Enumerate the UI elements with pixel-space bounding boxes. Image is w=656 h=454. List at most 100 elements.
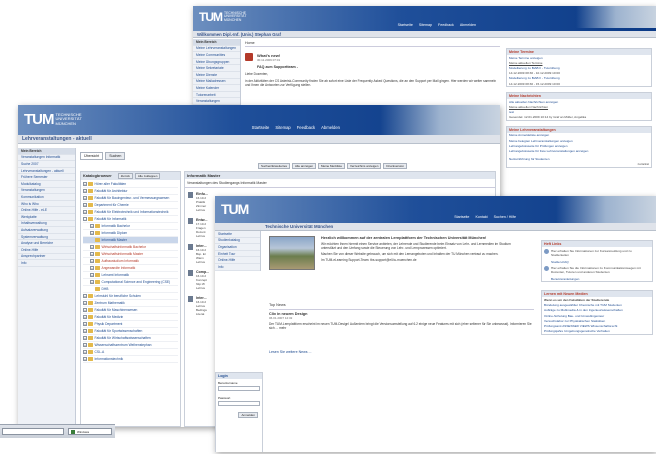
catalog-item[interactable]: + Informationstechnik (83, 356, 178, 363)
lehr-back[interactable]: zurückst (507, 162, 651, 167)
lehr-link[interactable]: Lehrangebotsseite für freie Lehrveransta… (507, 148, 651, 153)
toolbar-button[interactable]: Alle anzeigen (292, 163, 317, 169)
sidebar-item[interactable]: Mein Bereich (193, 39, 240, 46)
expand-icon[interactable]: + (83, 357, 87, 361)
expand-icon[interactable]: + (90, 266, 94, 270)
expand-icon[interactable]: + (83, 294, 87, 298)
sidebar-item[interactable]: Modulkatalog (18, 181, 75, 188)
sidebar-item[interactable]: Organisation (215, 244, 260, 251)
welcome-support[interactable]: Im TUM-eLearning Support-Team: tbs-suppo… (321, 258, 526, 262)
tab-suchen[interactable]: Suchen (105, 152, 126, 160)
back-logo[interactable]: TUM TECHNISCHE UNIVERSITÄT MÜNCHEN (199, 10, 246, 24)
nav-kontakt[interactable]: Kontakt (475, 215, 487, 219)
expand-icon[interactable]: + (83, 336, 87, 340)
expand-icon[interactable]: + (90, 259, 94, 263)
sidebar-item[interactable]: Inhaltsverwaltung (18, 221, 75, 228)
expand-icon[interactable]: + (83, 315, 87, 319)
catalog-item[interactable]: + Informatik Bachelor (83, 223, 178, 230)
nav-feedback[interactable]: Feedback (297, 125, 315, 130)
login-user-input[interactable] (218, 386, 260, 391)
expand-icon[interactable]: + (83, 301, 87, 305)
catalog-item[interactable]: + Wirtschaftsinformatik Master (83, 251, 178, 258)
expand-icon[interactable]: + (90, 245, 94, 249)
sidebar-item[interactable]: Mein Bereich (18, 148, 75, 155)
sidebar-item[interactable]: Info (18, 260, 75, 267)
expand-icon[interactable]: + (83, 322, 87, 326)
sidebar-item[interactable]: Meine Übungsgruppen (193, 59, 240, 66)
sidebar-item[interactable]: Meine Sekretariate (193, 65, 240, 72)
sidebar-item[interactable]: Werkplatte (18, 214, 75, 221)
sidebar-item[interactable]: Online-Hilfe (215, 257, 260, 264)
sidebar-item[interactable]: Info (215, 264, 260, 271)
expand-icon[interactable]: + (83, 350, 87, 354)
catalog-item[interactable]: + CSL-A (83, 349, 178, 356)
catalog-item[interactable]: + Fakultät für Bauingenieur- und Vermessu… (83, 195, 178, 202)
sidebar-item[interactable]: Systemverwaltung (18, 234, 75, 241)
sidebar-item[interactable]: Analyse und Bereiche (18, 240, 75, 247)
sidebar-item[interactable]: Einheit Tour (215, 251, 260, 258)
catalog-item[interactable]: +DHB (83, 286, 178, 293)
toolbar-button[interactable]: Druckversion (383, 163, 407, 169)
sidebar-item[interactable]: Veranstaltungen (193, 98, 240, 105)
catalog-item[interactable]: +Informatik Master (83, 237, 178, 244)
sidebar-item[interactable]: Meine Communities (193, 52, 240, 59)
nav-startseite[interactable]: Startseite (398, 23, 413, 27)
catalog-item[interactable]: + Fakultät für Elektrotechnik und Informa… (83, 209, 178, 216)
sidebar-item[interactable]: Frühere Semester (18, 174, 75, 181)
sidebar-item[interactable]: Studienkatalog (215, 238, 260, 245)
sidebar-item[interactable]: Meine Mailadressen (193, 79, 240, 86)
sidebar-item[interactable]: Veranstaltungen (18, 188, 75, 195)
nav-feedback[interactable]: Feedback (438, 23, 454, 27)
expand-icon[interactable]: + (83, 203, 87, 207)
catalog-item[interactable]: + Zentrum Mathematik (83, 300, 178, 307)
sidebar-item[interactable]: Lehrveranstaltungen - aktuell (18, 168, 75, 175)
catalog-item[interactable]: + Wirtschaftsinformatik Bachelor (83, 244, 178, 251)
catalog-item[interactable]: + Fakultät für Medizin (83, 314, 178, 321)
nav-sitemap[interactable]: Sitemap (275, 125, 290, 130)
nav-startseite[interactable]: Startseite (252, 125, 270, 130)
expand-icon[interactable]: + (90, 273, 94, 277)
sidebar-item[interactable]: Meine Dienste (193, 72, 240, 79)
front-logo[interactable]: TUM (221, 201, 249, 217)
catalog-item[interactable]: + Department für Chemie (83, 202, 178, 209)
nav-sitemap[interactable]: Sitemap (419, 23, 432, 27)
sidebar-item[interactable]: Online-Hilfe - eLE (18, 207, 75, 214)
catalog-item[interactable]: + Physik Department (83, 321, 178, 328)
expand-icon[interactable]: + (83, 329, 87, 333)
expand-icon[interactable]: + (83, 343, 87, 347)
sidebar-item[interactable]: Aufsatzverwaltung (18, 227, 75, 234)
catalog-item[interactable]: + Hörer aller Fakultäten (83, 181, 178, 188)
expand-icon[interactable]: + (90, 231, 94, 235)
heft-links-link[interactable]: Benutzeranleitungen (542, 276, 652, 281)
catalog-item[interactable]: + Fakultät für Architektur (83, 188, 178, 195)
sidebar-item[interactable]: Suche 2007 (18, 161, 75, 168)
sidebar-item[interactable]: Who is Who (18, 201, 75, 208)
nav-suchen[interactable]: Suchen / Hilfe (494, 215, 516, 219)
middle-logo[interactable]: TUM TECHNISCHE UNIVERSITÄT MÜNCHEN (24, 111, 82, 128)
expand-icon[interactable]: + (83, 210, 87, 214)
sidebar-item[interactable]: Meine Lehrveranstaltungen (193, 46, 240, 53)
sidebar-item[interactable]: Veranstaltungen Informatik (18, 155, 75, 162)
catalog-item[interactable]: + Informatik Diplom (83, 230, 178, 237)
sidebar-item[interactable]: Kommunikation (18, 194, 75, 201)
sidebar-item[interactable]: Ansprechpartner (18, 254, 75, 261)
catalog-item[interactable]: + Computational Science and Engineering (… (83, 279, 178, 286)
expand-icon[interactable]: + (83, 308, 87, 312)
news-item[interactable]: FAQ zum Supportteam - (257, 65, 298, 69)
catalog-item[interactable]: + Wissenschaftszentrum Weihenstephan (83, 342, 178, 349)
catalog-item[interactable]: + Fakultät für Sportwissenschaften (83, 328, 178, 335)
expand-icon[interactable]: + (90, 280, 94, 284)
login-pass-input[interactable] (218, 401, 260, 406)
sidebar-item[interactable]: Startseite (215, 231, 260, 238)
login-button[interactable]: Anmelden (238, 412, 258, 418)
catalog-item[interactable]: + Aufbaustudium Informatik (83, 258, 178, 265)
toolbar-button[interactable]: Meine Merkliste (318, 163, 346, 169)
expand-icon[interactable]: + (83, 182, 87, 186)
catalog-item[interactable]: + Angewandte Informatik (83, 265, 178, 272)
nav-startseite[interactable]: Startseite (454, 215, 469, 219)
collapse-icon[interactable]: - (83, 217, 87, 221)
catalog-back-button[interactable]: Zurück (117, 173, 133, 179)
expand-icon[interactable]: + (90, 252, 94, 256)
expand-icon[interactable]: + (83, 189, 87, 193)
taskbar-button[interactable]: Windows (68, 428, 112, 435)
